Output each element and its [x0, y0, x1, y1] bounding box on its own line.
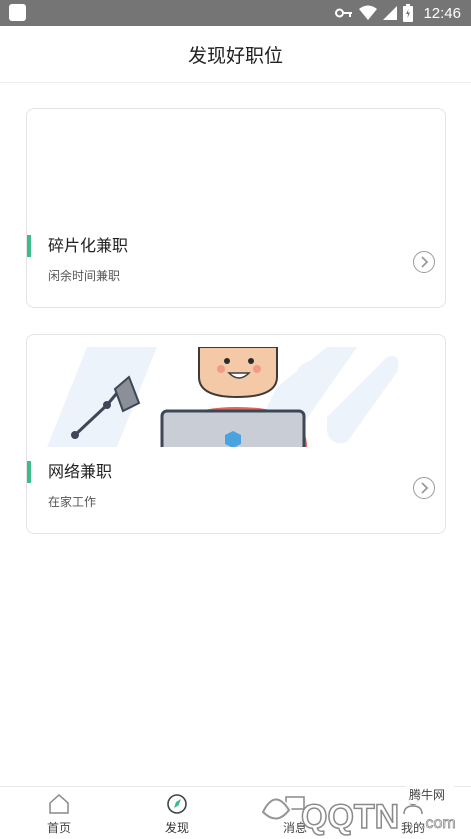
svg-text:QQTN: QQTN — [301, 798, 399, 836]
page-title: 发现好职位 — [187, 44, 283, 67]
job-card-fragment[interactable]: 碎片化兼职 闲余时间兼职 — [26, 108, 446, 308]
wifi-icon — [359, 5, 378, 20]
accent-bar — [27, 461, 31, 483]
nav-item-discover[interactable]: 发现 — [137, 787, 217, 839]
qqtn-watermark-logo: QQTN .com 腾牛网 — [259, 784, 457, 837]
card-title: 网络兼职 — [48, 462, 113, 481]
card-banner-image — [27, 121, 445, 221]
nav-item-home[interactable]: 首页 — [19, 787, 99, 839]
card-subtitle: 闲余时间兼职 — [48, 269, 121, 283]
status-bar: 12:46 — [0, 0, 471, 26]
status-icons: 12:46 — [335, 0, 461, 26]
discover-compass-icon — [167, 794, 187, 814]
card-title: 碎片化兼职 — [48, 236, 129, 255]
battery-icon — [403, 4, 414, 22]
chevron-right-icon[interactable] — [413, 477, 435, 499]
signal-icon — [383, 6, 398, 20]
card-banner-image — [47, 347, 399, 447]
svg-text:腾牛网: 腾牛网 — [409, 787, 445, 802]
svg-text:.com: .com — [421, 815, 456, 832]
nav-label: 首页 — [46, 821, 71, 835]
job-card-online[interactable]: 网络兼职 在家工作 — [26, 334, 446, 534]
chevron-right-icon[interactable] — [413, 251, 435, 273]
notification-icon — [9, 4, 26, 21]
nav-label: 发现 — [164, 821, 189, 835]
card-subtitle: 在家工作 — [48, 495, 97, 509]
key-icon — [335, 8, 353, 18]
clock: 12:46 — [423, 4, 461, 22]
accent-bar — [27, 235, 31, 257]
home-icon — [49, 793, 69, 814]
page-header: 发现好职位 — [0, 26, 471, 83]
